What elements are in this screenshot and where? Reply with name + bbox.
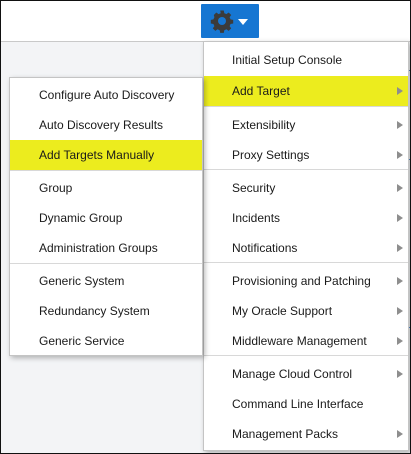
menu-item-provisioning-and-patching[interactable]: Provisioning and Patching	[204, 266, 408, 296]
menu-item-incidents[interactable]: Incidents	[204, 203, 408, 233]
submenu-arrow-icon	[397, 214, 403, 222]
submenu-item-label: Generic System	[39, 274, 125, 288]
menu-item-label: Initial Setup Console	[232, 53, 343, 67]
menu-item-label: Add Target	[232, 84, 290, 98]
settings-menu-button[interactable]	[201, 4, 259, 38]
submenu-arrow-icon	[397, 151, 403, 159]
submenu-item-group[interactable]: Group	[10, 173, 202, 203]
menu-separator	[204, 106, 408, 107]
submenu-arrow-icon	[397, 307, 403, 315]
submenu-item-add-targets-manually[interactable]: Add Targets Manually	[10, 140, 202, 170]
menu-item-proxy-settings[interactable]: Proxy Settings	[204, 140, 408, 170]
setup-menu: Initial Setup Console Add Target Extensibi…	[203, 41, 409, 451]
submenu-item-label: Redundancy System	[39, 304, 150, 318]
add-target-submenu: Configure Auto Discovery Auto Discovery R…	[9, 77, 203, 356]
submenu-item-label: Administration Groups	[39, 241, 158, 255]
submenu-item-auto-discovery-results[interactable]: Auto Discovery Results	[10, 110, 202, 140]
submenu-arrow-icon	[397, 370, 403, 378]
submenu-item-label: Dynamic Group	[39, 211, 123, 225]
menu-item-label: My Oracle Support	[232, 304, 333, 318]
submenu-arrow-icon	[397, 244, 403, 252]
menu-item-middleware-management[interactable]: Middleware Management	[204, 326, 408, 356]
menu-item-label: Management Packs	[232, 427, 339, 441]
menu-item-manage-cloud-control[interactable]: Manage Cloud Control	[204, 359, 408, 389]
menu-item-label: Proxy Settings	[232, 148, 310, 162]
submenu-arrow-icon	[397, 121, 403, 129]
menu-item-my-oracle-support[interactable]: My Oracle Support	[204, 296, 408, 326]
submenu-arrow-icon	[397, 277, 403, 285]
menu-item-label: Incidents	[232, 211, 281, 225]
menu-item-security[interactable]: Security	[204, 173, 408, 203]
submenu-item-configure-auto-discovery[interactable]: Configure Auto Discovery	[10, 80, 202, 110]
menu-item-label: Notifications	[232, 241, 298, 255]
submenu-item-administration-groups[interactable]: Administration Groups	[10, 233, 202, 263]
submenu-item-label: Configure Auto Discovery	[39, 88, 175, 102]
caret-down-icon	[238, 19, 248, 25]
menu-separator	[10, 170, 202, 171]
submenu-item-generic-system[interactable]: Generic System	[10, 266, 202, 296]
submenu-item-label: Group	[39, 181, 73, 195]
submenu-item-label: Generic Service	[39, 334, 125, 348]
menu-item-label: Middleware Management	[232, 334, 367, 348]
submenu-arrow-icon	[397, 337, 403, 345]
menu-item-command-line-interface[interactable]: Command Line Interface	[204, 389, 408, 419]
submenu-arrow-icon	[397, 87, 403, 95]
submenu-arrow-icon	[397, 184, 403, 192]
submenu-item-label: Add Targets Manually	[39, 148, 155, 162]
menu-item-label: Provisioning and Patching	[232, 274, 371, 288]
submenu-item-generic-service[interactable]: Generic Service	[10, 326, 202, 356]
submenu-arrow-icon	[397, 430, 403, 438]
submenu-item-dynamic-group[interactable]: Dynamic Group	[10, 203, 202, 233]
menu-item-label: Extensibility	[232, 118, 296, 132]
gear-icon	[210, 10, 234, 33]
menu-item-label: Command Line Interface	[232, 397, 364, 411]
menu-item-label: Security	[232, 181, 276, 195]
menu-item-notifications[interactable]: Notifications	[204, 233, 408, 263]
menu-item-extensibility[interactable]: Extensibility	[204, 110, 408, 140]
menu-item-label: Manage Cloud Control	[232, 367, 353, 381]
menu-item-management-packs[interactable]: Management Packs	[204, 419, 408, 449]
submenu-item-label: Auto Discovery Results	[39, 118, 164, 132]
menu-item-initial-setup-console[interactable]: Initial Setup Console	[204, 45, 408, 75]
submenu-item-redundancy-system[interactable]: Redundancy System	[10, 296, 202, 326]
menu-item-add-target[interactable]: Add Target	[204, 76, 408, 106]
menu-separator	[10, 263, 202, 264]
